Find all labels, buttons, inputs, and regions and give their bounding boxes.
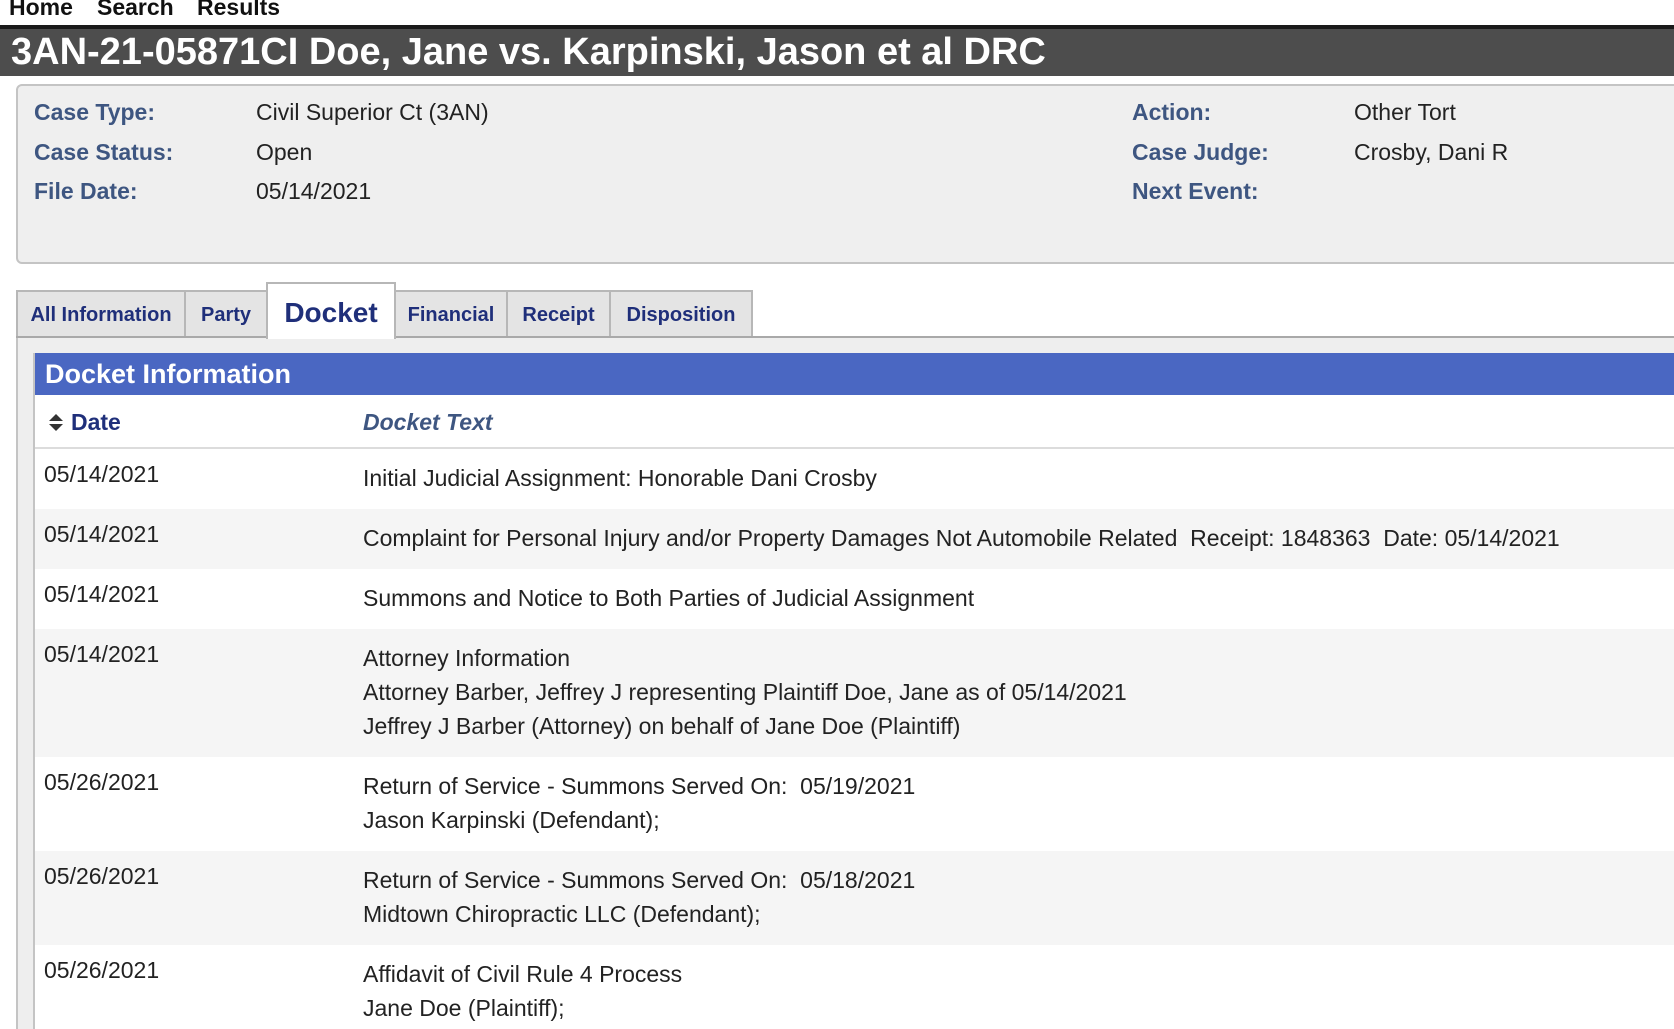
row-date: 05/14/2021 (44, 581, 160, 607)
row-docket-text: Initial Judicial Assignment: Honorable D… (363, 461, 877, 495)
row-docket-text: Return of Service - Summons Served On: 0… (363, 863, 915, 931)
page: Home Search Results 3AN-21-05871CI Doe, … (0, 0, 1674, 1029)
case-judge-value: Crosby, Dani R (1354, 139, 1509, 165)
row-date: 05/14/2021 (44, 461, 160, 487)
docket-text-line: Jane Doe (Plaintiff); (363, 995, 565, 1021)
table-row: 05/14/2021 Initial Judicial Assignment: H… (35, 449, 1674, 509)
tab-disposition[interactable]: Disposition (609, 290, 753, 336)
case-status-value: Open (256, 139, 313, 165)
tab-receipt[interactable]: Receipt (506, 290, 611, 336)
row-date: 05/14/2021 (44, 521, 160, 547)
tab-financial[interactable]: Financial (394, 290, 508, 336)
row-date: 05/26/2021 (44, 863, 160, 889)
case-title: 3AN-21-05871CI Doe, Jane vs. Karpinski, … (0, 29, 1674, 76)
docket-text-line: Attorney Information (363, 645, 571, 671)
docket-panel: Docket Information Date Docket Text 05/1… (33, 353, 1674, 1029)
case-status-label: Case Status: (34, 139, 174, 165)
table-row: 05/14/2021 Complaint for Personal Injury … (35, 509, 1674, 569)
docket-text-line: Initial Judicial Assignment: Honorable D… (363, 465, 877, 491)
sort-up-down-icon[interactable] (49, 414, 63, 432)
row-docket-text: Return of Service - Summons Served On: 0… (363, 769, 915, 837)
table-row: 05/26/2021 Affidavit of Civil Rule 4 Proc… (35, 945, 1674, 1029)
column-date-sort[interactable]: Date (71, 409, 121, 436)
docket-text-line: Attorney Barber, Jeffrey J representing … (363, 679, 1127, 705)
docket-text-line: Jeffrey J Barber (Attorney) on behalf of… (363, 713, 961, 739)
docket-column-header: Date Docket Text (35, 397, 1674, 449)
docket-header: Docket Information (35, 353, 1674, 395)
row-date: 05/14/2021 (44, 641, 160, 667)
table-row: 05/26/2021 Return of Service - Summons Se… (35, 757, 1674, 851)
table-row: 05/26/2021 Return of Service - Summons Se… (35, 851, 1674, 945)
case-type-label: Case Type: (34, 99, 156, 125)
nav-home-link[interactable]: Home (9, 0, 73, 21)
table-row: 05/14/2021 Summons and Notice to Both Par… (35, 569, 1674, 629)
row-docket-text: Attorney Information Attorney Barber, Jef… (363, 641, 1127, 743)
row-date: 05/26/2021 (44, 769, 160, 795)
docket-text-line: Return of Service - Summons Served On: 0… (363, 867, 916, 893)
row-date: 05/26/2021 (44, 957, 160, 983)
docket-text-line: Summons and Notice to Both Parties of Ju… (363, 585, 975, 611)
action-value: Other Tort (1354, 99, 1456, 125)
tab-all-information[interactable]: All Information (16, 290, 186, 336)
nav-search-link[interactable]: Search (97, 0, 174, 21)
top-nav: Home Search Results (0, 0, 1674, 29)
tab-divider (16, 336, 1674, 338)
docket-text-line: Midtown Chiropractic LLC (Defendant); (363, 901, 761, 927)
table-row: 05/14/2021 Attorney Information Attorney B… (35, 629, 1674, 757)
tab-docket[interactable]: Docket (266, 282, 396, 339)
file-date-label: File Date: (34, 178, 138, 204)
tab-party[interactable]: Party (184, 290, 268, 336)
docket-text-line: Affidavit of Civil Rule 4 Process (363, 961, 683, 987)
action-label: Action: (1132, 99, 1212, 125)
column-docket-text: Docket Text (363, 409, 493, 435)
next-event-label: Next Event: (1132, 178, 1259, 204)
nav-results-link[interactable]: Results (197, 0, 280, 21)
row-docket-text: Affidavit of Civil Rule 4 Process Jane Do… (363, 957, 682, 1025)
case-judge-label: Case Judge: (1132, 139, 1269, 165)
case-type-value: Civil Superior Ct (3AN) (256, 99, 489, 125)
row-docket-text: Complaint for Personal Injury and/or Pro… (363, 521, 1560, 555)
case-summary-panel: Case Type: Civil Superior Ct (3AN) Case … (16, 84, 1674, 264)
row-docket-text: Summons and Notice to Both Parties of Ju… (363, 581, 974, 615)
docket-text-line: Jason Karpinski (Defendant); (363, 807, 660, 833)
file-date-value: 05/14/2021 (256, 178, 372, 204)
docket-text-line: Return of Service - Summons Served On: 0… (363, 773, 916, 799)
docket-text-line: Complaint for Personal Injury and/or Pro… (363, 525, 1560, 551)
